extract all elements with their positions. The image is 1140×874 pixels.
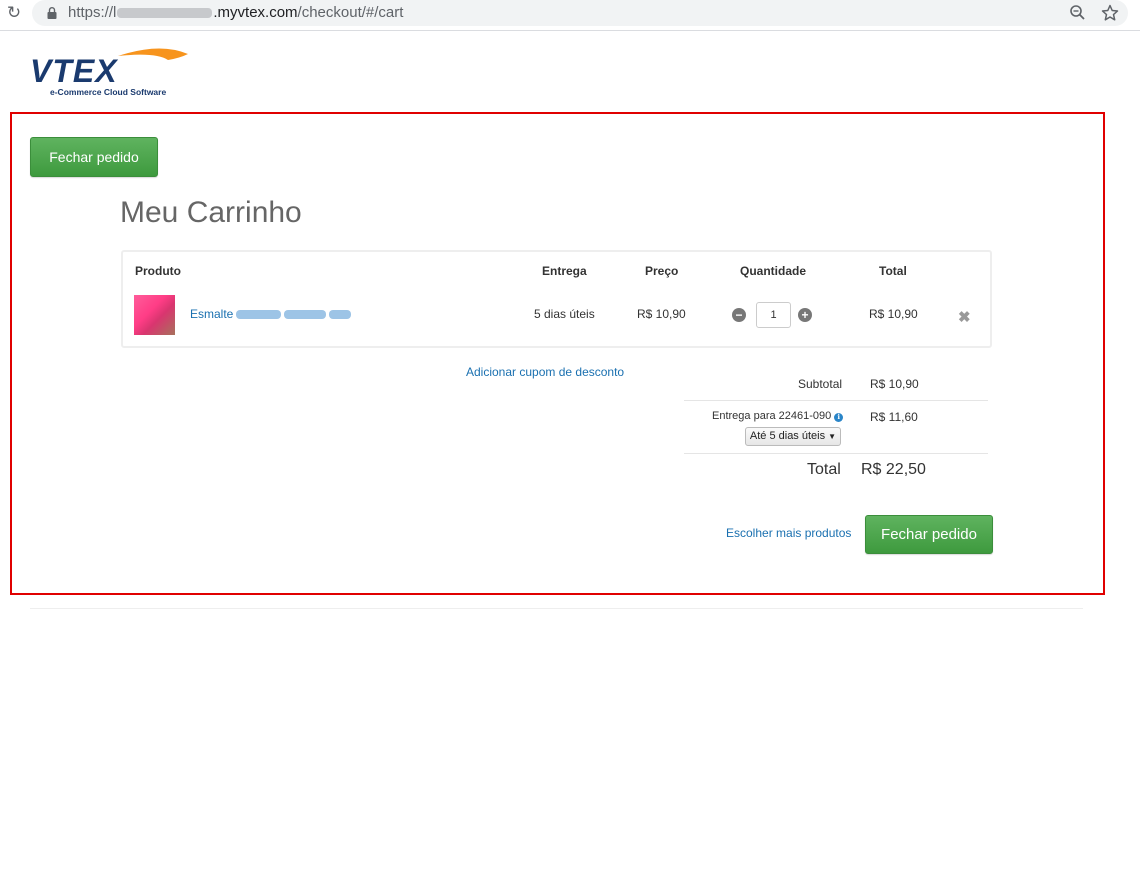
redacted-text <box>329 310 352 320</box>
product-link[interactable]: Esmalte <box>190 307 352 321</box>
shipping-label: Entrega para 22461-090 <box>712 410 832 422</box>
remove-icon[interactable]: ✖ <box>958 308 971 326</box>
header-quantity: Quantidade <box>740 264 807 278</box>
browser-toolbar: ↻ https://l .myvtex.com/checkout/#/cart <box>0 0 1140 31</box>
header-product: Produto <box>135 264 181 278</box>
redacted-text <box>236 310 282 320</box>
plus-icon[interactable]: + <box>798 308 812 322</box>
caret-down-icon: ▼ <box>828 432 837 441</box>
shipping-value: R$ 11,60 <box>870 410 918 424</box>
shipping-option-select[interactable]: Até 5 dias úteis ▼ <box>745 427 841 446</box>
address-bar[interactable]: https://l .myvtex.com/checkout/#/cart <box>32 0 1128 26</box>
checkout-button-bottom[interactable]: Fechar pedido <box>865 515 993 554</box>
quantity-input[interactable]: 1 <box>756 302 791 328</box>
shipping-label-row: Entrega para 22461-090 ℹ <box>712 410 844 422</box>
url-prefix: https://l <box>68 4 117 21</box>
total-value: R$ 22,50 <box>861 461 926 478</box>
logo-tagline: e-Commerce Cloud Software <box>50 87 167 97</box>
lock-icon[interactable] <box>47 7 57 19</box>
summary-divider <box>684 400 988 401</box>
more-products-link[interactable]: Escolher mais produtos <box>726 526 851 540</box>
product-price: R$ 10,90 <box>637 307 686 321</box>
shipping-option: Até 5 dias úteis <box>749 430 826 442</box>
redacted-text <box>117 8 213 19</box>
logo-wordmark: VTEX <box>30 53 118 89</box>
header-price: Preço <box>645 264 679 278</box>
subtotal-value: R$ 10,90 <box>870 377 919 391</box>
product-thumbnail[interactable] <box>134 295 175 335</box>
total-label: Total <box>807 461 841 478</box>
redacted-text <box>284 310 327 320</box>
header-total: Total <box>879 264 907 278</box>
url-host: .myvtex.com <box>213 4 298 21</box>
url-path: /checkout/#/cart <box>297 4 404 21</box>
subtotal-label: Subtotal <box>798 377 843 391</box>
product-delivery: 5 dias úteis <box>534 307 595 321</box>
page-title: Meu Carrinho <box>120 196 302 229</box>
page-divider <box>30 608 1083 609</box>
product-total: R$ 10,90 <box>869 307 918 321</box>
coupon-link[interactable]: Adicionar cupom de desconto <box>466 365 624 379</box>
minus-icon[interactable]: − <box>732 308 746 322</box>
star-icon[interactable] <box>1100 3 1120 23</box>
product-name: Esmalte <box>190 307 234 321</box>
header-delivery: Entrega <box>542 264 587 278</box>
url-text: https://l .myvtex.com/checkout/#/cart <box>68 4 403 21</box>
checkout-button-top[interactable]: Fechar pedido <box>30 137 158 177</box>
info-icon[interactable]: ℹ <box>834 413 844 422</box>
summary-divider <box>684 453 988 454</box>
reload-icon[interactable]: ↻ <box>4 3 24 23</box>
zoom-icon[interactable] <box>1068 3 1088 23</box>
